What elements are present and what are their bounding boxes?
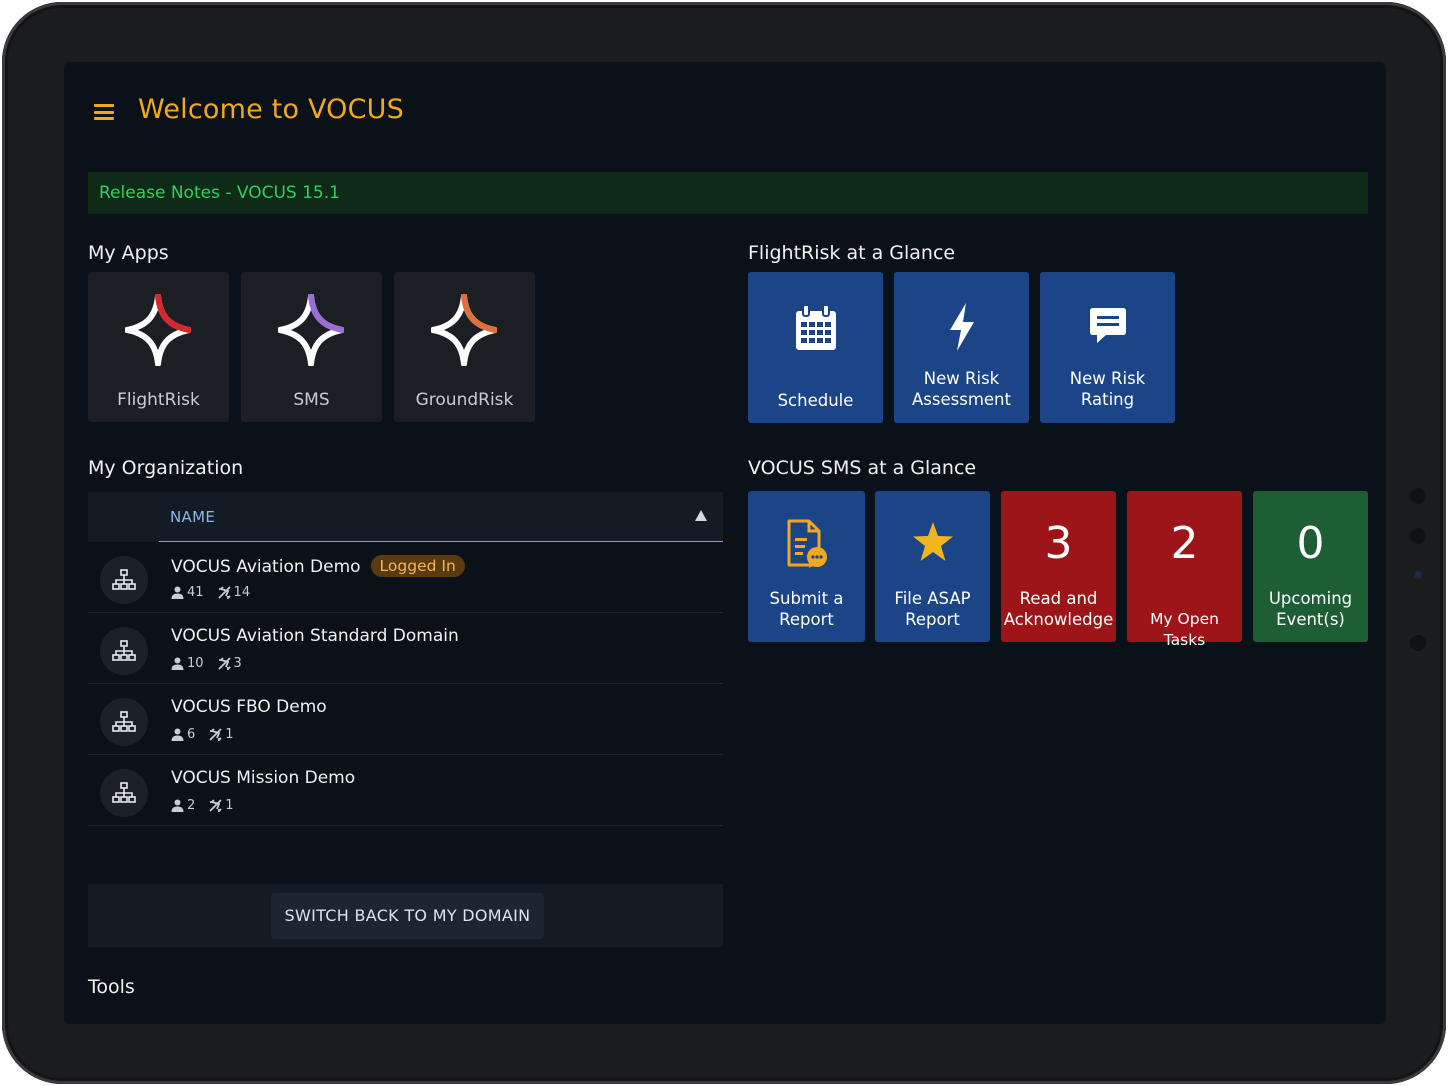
user-count: 41 <box>187 585 204 600</box>
aircraft-count: 14 <box>233 585 251 600</box>
switch-back-button[interactable]: SWITCH BACK TO MY DOMAIN <box>271 893 544 939</box>
organization-name-text: VOCUS Aviation Demo <box>171 557 361 577</box>
device-sensor-icon <box>1410 528 1426 544</box>
app-tile-flightrisk[interactable]: FlightRisk <box>88 272 229 422</box>
flightrisk-glance-heading: FlightRisk at a Glance <box>748 242 956 264</box>
file-asap-report-tile[interactable]: File ASAP Report <box>875 491 990 642</box>
tools-heading: Tools <box>88 976 135 998</box>
vocus-star-icon <box>125 294 191 366</box>
user-count: 6 <box>187 727 196 742</box>
table-row[interactable]: VOCUS Aviation Demo Logged In 41 14 <box>88 542 723 613</box>
tile-label-line1: File ASAP <box>894 589 971 608</box>
user-icon <box>171 728 184 741</box>
app-label: GroundRisk <box>415 390 514 410</box>
tile-label-line2: Acknowledge <box>1003 610 1114 629</box>
camera-icon <box>1414 571 1422 579</box>
sms-glance-heading: VOCUS SMS at a Glance <box>748 457 977 479</box>
table-row[interactable]: VOCUS FBO Demo 6 1 <box>88 684 723 755</box>
aircraft-count: 1 <box>225 798 234 813</box>
sort-ascending-icon[interactable] <box>695 510 707 521</box>
app-screen: Welcome to VOCUS Release Notes - VOCUS 1… <box>64 62 1386 1024</box>
my-organization-heading: My Organization <box>88 457 244 479</box>
vocus-star-icon <box>431 294 497 366</box>
calendar-icon <box>748 304 883 352</box>
organization-icon <box>100 698 148 746</box>
user-count: 2 <box>187 798 196 813</box>
user-icon <box>171 657 184 670</box>
user-icon <box>171 799 184 812</box>
organization-name: VOCUS Aviation Demo Logged In <box>171 555 465 577</box>
plane-icon <box>209 728 222 741</box>
tile-label-line2: Assessment <box>912 390 1011 409</box>
new-risk-assessment-tile[interactable]: New Risk Assessment <box>894 272 1029 423</box>
tile-label-line2: Report <box>779 610 834 629</box>
name-column-header[interactable]: NAME <box>170 508 215 526</box>
app-tile-sms[interactable]: SMS <box>241 272 382 422</box>
switch-domain-bar: SWITCH BACK TO MY DOMAIN <box>88 884 723 947</box>
tile-label-line2: Event(s) <box>1276 610 1345 629</box>
logged-in-badge: Logged In <box>370 555 465 577</box>
organization-meta: 10 3 <box>171 656 242 671</box>
lightning-icon <box>894 302 1029 352</box>
tile-label: Schedule <box>777 391 854 410</box>
tile-label-line2: Rating <box>1080 390 1135 409</box>
device-sensor-icon <box>1410 488 1426 504</box>
organization-icon <box>100 769 148 817</box>
my-open-tasks-tile[interactable]: 2 My Open Tasks <box>1127 491 1242 649</box>
page-title: Welcome to VOCUS <box>138 94 404 125</box>
vocus-star-icon <box>278 294 344 366</box>
plane-icon <box>217 657 231 670</box>
new-risk-rating-tile[interactable]: New Risk Rating <box>1040 272 1175 423</box>
user-count: 10 <box>187 656 204 671</box>
tile-label-line2: Report <box>905 610 960 629</box>
my-apps-heading: My Apps <box>88 242 169 264</box>
aircraft-count: 1 <box>225 727 234 742</box>
organization-name: VOCUS Mission Demo <box>171 768 356 788</box>
tile-label-line1: Read and <box>1019 589 1098 608</box>
plane-icon <box>209 799 222 812</box>
star-icon <box>875 521 990 563</box>
open-tasks-count: 2 <box>1170 518 1199 569</box>
organization-meta: 41 14 <box>171 585 250 600</box>
organization-icon <box>100 627 148 675</box>
organization-meta: 6 1 <box>171 727 234 742</box>
table-header: NAME <box>88 492 723 542</box>
device-sensor-icon <box>1410 635 1426 651</box>
app-tile-groundrisk[interactable]: GroundRisk <box>394 272 535 422</box>
release-notes-link[interactable]: Release Notes - VOCUS 15.1 <box>88 172 1368 214</box>
tile-label-line1: Upcoming <box>1268 589 1353 608</box>
report-icon <box>748 519 865 569</box>
table-row[interactable]: VOCUS Aviation Standard Domain 10 3 <box>88 613 723 684</box>
tile-label-line1: Submit a <box>769 589 844 608</box>
tile-label-line1: New Risk <box>1069 369 1146 388</box>
read-and-acknowledge-tile[interactable]: 3 Read and Acknowledge <box>1001 491 1116 642</box>
comment-icon <box>1040 306 1175 346</box>
upcoming-events-tile[interactable]: 0 Upcoming Event(s) <box>1253 491 1368 642</box>
app-label: FlightRisk <box>117 390 200 410</box>
plane-icon <box>217 586 231 599</box>
organization-name: VOCUS Aviation Standard Domain <box>171 626 459 646</box>
upcoming-events-count: 0 <box>1296 518 1325 569</box>
tile-label-line1: New Risk <box>923 369 1000 388</box>
read-acknowledge-count: 3 <box>1044 518 1073 569</box>
app-label: SMS <box>293 390 330 410</box>
aircraft-count: 3 <box>233 656 242 671</box>
hamburger-icon[interactable] <box>94 104 114 120</box>
organization-name: VOCUS FBO Demo <box>171 697 327 717</box>
organization-meta: 2 1 <box>171 798 234 813</box>
organization-icon <box>100 556 148 604</box>
user-icon <box>171 586 184 599</box>
schedule-tile[interactable]: Schedule <box>748 272 883 423</box>
table-row[interactable]: VOCUS Mission Demo 2 1 <box>88 755 723 826</box>
submit-report-tile[interactable]: Submit a Report <box>748 491 865 642</box>
tablet-frame: Welcome to VOCUS Release Notes - VOCUS 1… <box>2 2 1446 1084</box>
organization-table: NAME VOCUS Aviation Demo Logged In 41 14 <box>88 492 723 826</box>
tile-label: My Open Tasks <box>1150 610 1219 649</box>
